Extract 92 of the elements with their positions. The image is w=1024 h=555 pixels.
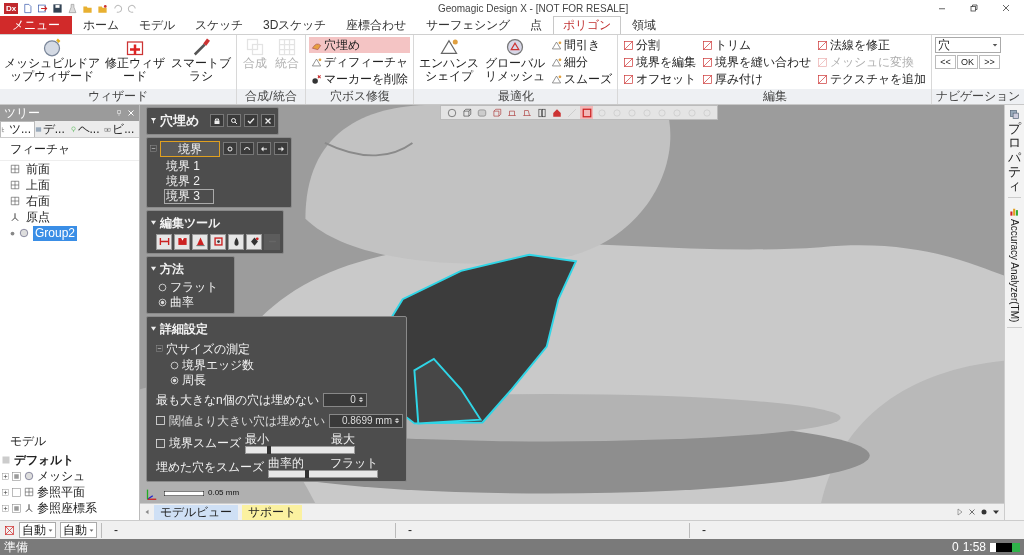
tree-item[interactable]: 原点 xyxy=(24,209,52,225)
group-label: 編集 xyxy=(618,89,931,104)
section-header: フィーチャ xyxy=(0,138,139,161)
ribbon-button[interactable]: ディフィーチャ xyxy=(309,54,410,70)
section-title: 方法 xyxy=(160,260,184,278)
dock-tab[interactable]: Accuracy Analyzer(TM) xyxy=(1007,206,1022,328)
slider-max-label: フラット xyxy=(330,456,378,470)
status-field: - xyxy=(408,521,412,539)
boundary-button[interactable]: 境界 xyxy=(160,140,220,157)
app-logo: Dx xyxy=(4,2,19,14)
window-title: Geomagic Design X - [NOT FOR RESALE] xyxy=(436,1,630,16)
number-field[interactable]: 0 xyxy=(322,392,367,407)
ribbon-tab[interactable]: ポリゴン xyxy=(553,16,622,34)
nav-button[interactable]: >> xyxy=(979,55,1000,69)
option-label: 曲率 xyxy=(170,294,194,311)
status-text: 準備 xyxy=(4,539,29,555)
ribbon-tab[interactable]: スケッチ xyxy=(186,16,252,34)
section-title: 編集ツール xyxy=(160,214,220,232)
tree-item[interactable]: デフォルト xyxy=(14,451,74,469)
ribbon-button[interactable]: エンハンスシェイプ xyxy=(417,37,481,83)
field-label: 境界スムーズ xyxy=(169,435,241,452)
ribbon-button[interactable]: 間引き xyxy=(549,37,614,53)
ribbon-button[interactable]: グローバルリメッシュ xyxy=(483,37,547,83)
group-label: ウィザード xyxy=(0,89,236,104)
ribbon-tab[interactable]: 領域 xyxy=(623,16,666,34)
panel-tab[interactable]: ビ... xyxy=(104,121,139,137)
number-field[interactable]: 0.8699 mm xyxy=(329,413,403,428)
ribbon-tab[interactable]: サーフェシング xyxy=(417,16,520,34)
ribbon-tab[interactable]: 3Dスケッチ xyxy=(254,16,336,34)
dock-tab[interactable]: プロパティ xyxy=(1008,109,1021,199)
ribbon-button[interactable]: スマートブラシ xyxy=(169,37,233,83)
ribbon-button[interactable]: テクスチャを追加 xyxy=(815,71,928,87)
panel-tab[interactable]: ツ... xyxy=(0,121,35,137)
view-tab[interactable]: モデルビュー xyxy=(154,504,238,520)
tree-item[interactable]: 上面 xyxy=(24,177,52,193)
ribbon-button[interactable]: 細分 xyxy=(549,54,614,70)
slider-min-label: 曲率的 xyxy=(268,456,304,470)
tree-item[interactable]: メッシュ xyxy=(37,468,85,484)
ribbon-button[interactable]: 修正ウィザード xyxy=(103,37,167,83)
panel-tab[interactable]: デ... xyxy=(34,121,70,137)
section-title: 詳細設定 xyxy=(160,320,208,338)
group-label: 最適化 xyxy=(414,89,617,104)
nav-button[interactable]: OK xyxy=(957,55,978,69)
ribbon-button[interactable]: 穴埋め xyxy=(309,37,410,53)
panel-title: ツリー xyxy=(4,105,41,121)
ribbon-tab[interactable]: 座標合わせ xyxy=(337,16,416,34)
ribbon-button[interactable]: 境界を縫い合わせ xyxy=(700,54,813,70)
group-label: 穴ボス修復 xyxy=(306,89,413,104)
ribbon-button[interactable]: マーカーを削除 xyxy=(309,71,410,87)
menu-button[interactable]: メニュー xyxy=(0,16,72,34)
tree-item[interactable]: 参照平面 xyxy=(37,484,85,500)
ribbon-button[interactable]: スムーズ xyxy=(549,71,614,87)
nav-button[interactable]: << xyxy=(935,55,956,69)
tree-item[interactable]: 右面 xyxy=(24,193,52,209)
ribbon-button[interactable]: 分割 xyxy=(621,37,698,53)
view-tab[interactable]: サポート xyxy=(242,504,302,520)
ribbon-button[interactable]: 厚み付け xyxy=(700,71,813,87)
group-label: ナビゲーション xyxy=(932,89,1024,104)
field-label: 埋めた穴をスムーズ xyxy=(156,459,264,476)
subsection-title: 穴サイズの測定 xyxy=(166,340,250,358)
dropdown[interactable]: 穴 xyxy=(935,37,1001,53)
field-label: 最も大きなn個の穴は埋めない xyxy=(156,391,319,409)
ribbon-button[interactable]: メッシュビルドアップウィザード xyxy=(3,37,101,83)
section-header: モデル xyxy=(9,433,47,450)
dropdown[interactable]: 自動 xyxy=(60,522,97,538)
status-field: - xyxy=(114,521,118,539)
dropdown[interactable]: 自動 xyxy=(19,522,56,538)
status-time: 1:58 xyxy=(962,539,986,555)
field-label: 閾値より大きい穴は埋めない xyxy=(169,412,325,430)
tree-item[interactable]: 参照座標系 xyxy=(37,500,97,516)
list-item[interactable]: 境界 2 xyxy=(164,173,214,189)
ribbon-button[interactable]: トリム xyxy=(700,37,813,53)
slider-max-label: 最大 xyxy=(331,432,355,446)
ribbon-tab[interactable]: 点 xyxy=(521,16,552,34)
list-item[interactable]: 境界 3 xyxy=(164,188,214,204)
status-counter: 0 xyxy=(951,539,959,555)
ribbon-button[interactable]: 境界を編集 xyxy=(621,54,698,70)
ribbon-tab[interactable]: ホーム xyxy=(74,16,128,34)
option-label: 境界エッジ数 xyxy=(182,357,254,374)
dialog-title: 穴埋め xyxy=(160,112,199,130)
status-field: - xyxy=(702,521,706,539)
list-item[interactable]: 境界 1 xyxy=(164,158,214,174)
panel-tab[interactable]: ヘ... xyxy=(69,121,105,137)
option-label: 周長 xyxy=(182,372,206,389)
slider-min-label: 最小 xyxy=(245,432,269,446)
ribbon-button[interactable]: 法線を修正 xyxy=(815,37,928,53)
ribbon-button[interactable]: オフセット xyxy=(621,71,698,87)
scale-label: 0.05 mm xyxy=(208,487,240,499)
ribbon-tab[interactable]: モデル xyxy=(130,16,184,34)
tree-item[interactable]: 前面 xyxy=(24,161,52,177)
option-label: フラット xyxy=(170,279,218,296)
group-label: 合成/統合 xyxy=(237,89,305,104)
